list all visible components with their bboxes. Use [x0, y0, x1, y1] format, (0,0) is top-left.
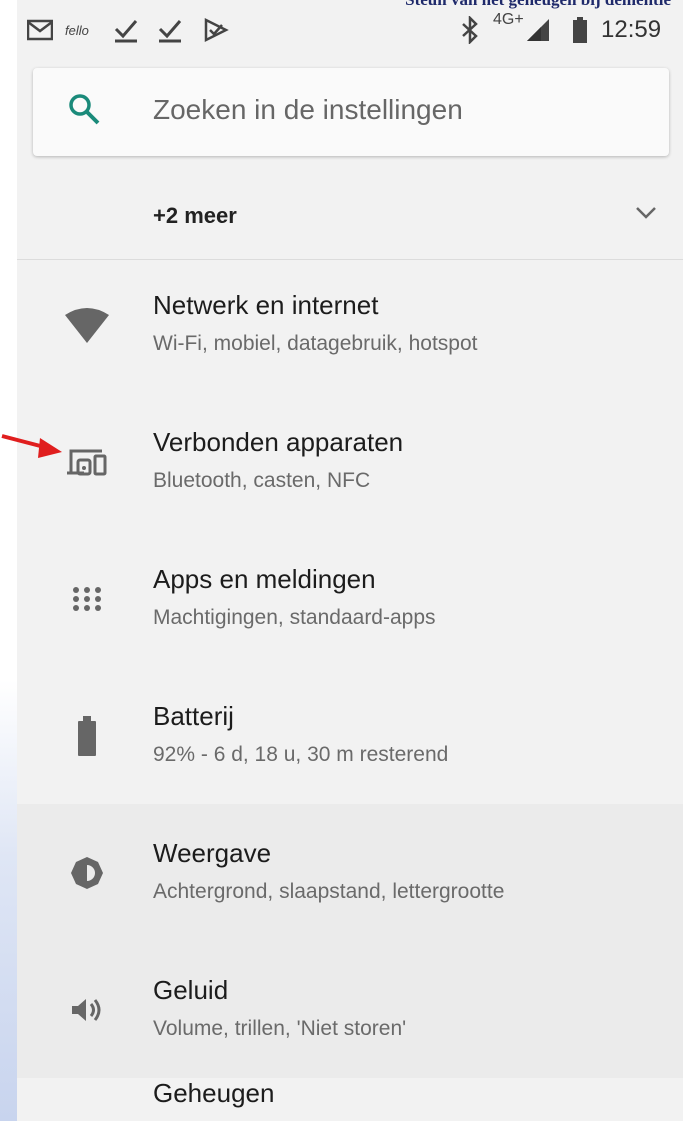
settings-item-network[interactable]: Netwerk en internet Wi-Fi, mobiel, datag…: [17, 256, 683, 393]
item-title: Netwerk en internet: [153, 290, 379, 320]
item-title: Verbonden apparaten: [153, 427, 404, 457]
item-subtitle: Bluetooth, casten, NFC: [153, 469, 371, 492]
settings-item-display[interactable]: Weergave Achtergrond, slaapstand, letter…: [17, 804, 683, 941]
settings-item-sound[interactable]: Geluid Volume, trillen, 'Niet storen': [17, 941, 683, 1078]
connected-devices-icon: [57, 393, 117, 530]
item-subtitle: Achtergrond, slaapstand, lettergrootte: [153, 880, 505, 903]
item-subtitle: Wi-Fi, mobiel, datagebruik, hotspot: [153, 332, 478, 355]
item-title: Geluid: [153, 975, 229, 1005]
settings-item-storage-title[interactable]: Geheugen: [153, 1078, 274, 1109]
red-arrow-annotation: [1, 434, 62, 458]
battery-icon: [57, 667, 117, 804]
item-title: Batterij: [153, 701, 234, 731]
settings-item-apps[interactable]: Apps en meldingen Machtigingen, standaar…: [17, 530, 683, 667]
slide-background-strip: [0, 680, 17, 1121]
settings-item-battery[interactable]: Batterij 92% - 6 d, 18 u, 30 m resterend: [17, 667, 683, 804]
item-subtitle: Machtigingen, standaard-apps: [153, 606, 436, 629]
item-subtitle: Volume, trillen, 'Niet storen': [153, 1017, 407, 1040]
more-label: +2 meer: [153, 203, 237, 228]
apps-icon: [57, 530, 117, 667]
wifi-icon: [57, 256, 117, 393]
check-icon: [157, 0, 183, 60]
item-title: Apps en meldingen: [153, 564, 376, 594]
slide-caption: Steun van het geheugen bij dementie: [405, 0, 671, 10]
doublecheck-icon: [203, 0, 229, 60]
settings-screen: fello 4G+ 12:59 Zoeken in de instellinge…: [17, 0, 683, 1121]
item-title: Weergave: [153, 838, 272, 868]
search-icon: [69, 94, 100, 125]
fello-icon: fello: [65, 22, 89, 38]
settings-item-connected-devices[interactable]: Verbonden apparaten Bluetooth, casten, N…: [17, 393, 683, 530]
search-input[interactable]: Zoeken in de instellingen: [153, 94, 463, 126]
item-subtitle: 92% - 6 d, 18 u, 30 m resterend: [153, 743, 449, 766]
check-icon: [113, 0, 139, 60]
more-suggestions-row[interactable]: +2 meer: [17, 176, 683, 258]
gmail-icon: [27, 0, 53, 60]
search-bar[interactable]: Zoeken in de instellingen: [33, 68, 669, 156]
chevron-down-icon[interactable]: [635, 206, 657, 220]
brightness-icon: [57, 804, 117, 941]
volume-icon: [57, 941, 117, 1078]
